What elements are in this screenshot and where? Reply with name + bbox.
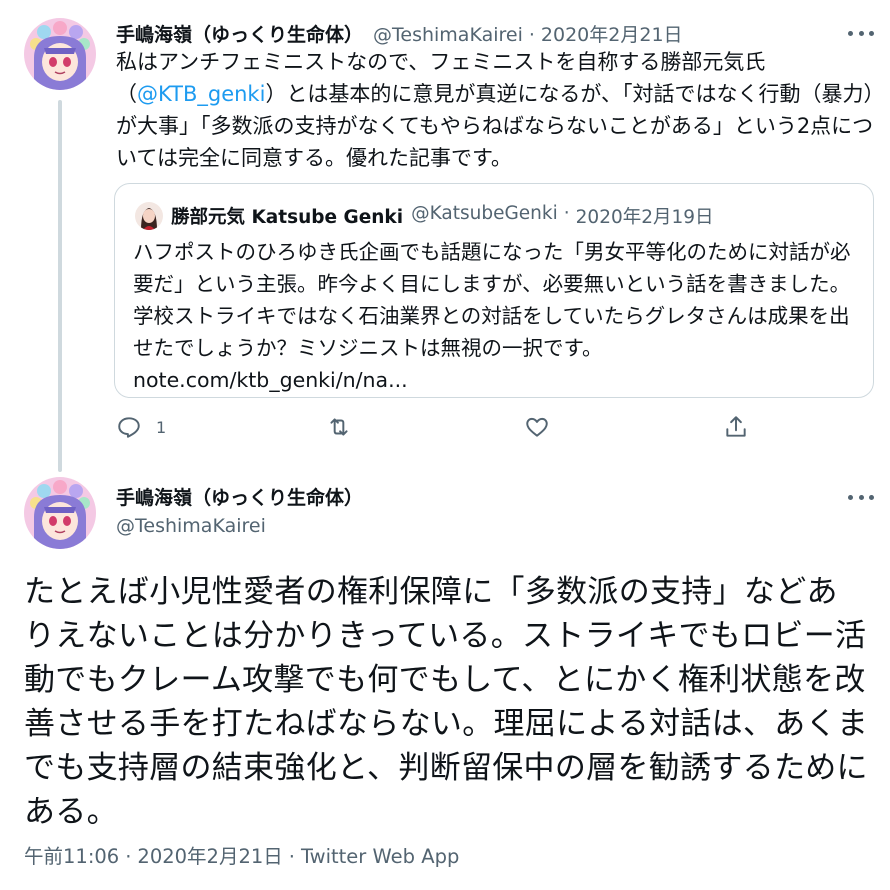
share-icon xyxy=(726,416,746,437)
quoted-author-name[interactable]: 勝部元気 Katsube Genki xyxy=(171,203,403,229)
more-options-icon[interactable] xyxy=(848,28,874,38)
mention-link[interactable]: @KTB_genki xyxy=(137,82,265,106)
quoted-tweet-text: ハフポストのひろゆき氏企画でも話題になった「男女平等化のために対話が必要だ」とい… xyxy=(133,236,863,396)
main-tweet-text: たとえば小児性愛者の権利保障に「多数派の支持」などありえないことは分かりきってい… xyxy=(24,574,869,830)
retweet-icon xyxy=(330,418,348,436)
quoted-tweet-header: 勝部元気 Katsube Genki @KatsubeGenki · 2020年… xyxy=(171,203,714,229)
like-icon xyxy=(526,417,548,437)
tweet-header: 手嶋海嶺（ゆっくり生命体） @TeshimaKairei · 2020年2月21… xyxy=(116,20,683,47)
tweet-source[interactable]: Twitter Web App xyxy=(301,845,459,868)
avatar[interactable] xyxy=(24,477,96,549)
author-name[interactable]: 手嶋海嶺（ゆっくり生命体） xyxy=(116,487,363,509)
reply-button[interactable]: 1 xyxy=(116,414,166,440)
quoted-tweet-card[interactable]: 勝部元気 Katsube Genki @KatsubeGenki · 2020年… xyxy=(114,183,874,398)
separator-dot: · xyxy=(288,845,295,868)
tweet-metadata: 午前11:06 · 2020年2月21日 · Twitter Web App xyxy=(24,840,459,869)
quoted-text-body: ハフポストのひろゆき氏企画でも話題になった「男女平等化のために対話が必要だ」とい… xyxy=(133,240,851,360)
share-button[interactable] xyxy=(723,414,749,440)
author-name[interactable]: 手嶋海嶺（ゆっくり生命体） xyxy=(116,20,363,47)
quoted-url-link[interactable]: note.com/ktb_genki/n/na... xyxy=(133,368,408,392)
separator-dot: · xyxy=(563,203,570,224)
anime-character-avatar-icon xyxy=(24,18,96,90)
quoted-tweet-date[interactable]: 2020年2月19日 xyxy=(576,203,714,229)
reply-icon xyxy=(118,417,140,438)
tweet-time[interactable]: 午前11:06 xyxy=(24,845,119,868)
separator-dot: · xyxy=(528,24,535,46)
quoted-author-handle[interactable]: @KatsubeGenki xyxy=(411,203,558,229)
tweet-action-bar: 1 xyxy=(116,414,776,448)
reply-count: 1 xyxy=(156,417,167,437)
avatar[interactable] xyxy=(24,18,96,90)
retweet-button[interactable] xyxy=(326,414,352,440)
portrait-avatar-icon xyxy=(135,202,163,230)
author-handle[interactable]: @TeshimaKairei xyxy=(373,24,523,46)
tweet-text: 私はアンチフェミニストなので、フェミニストを自称する勝部元気氏（@KTB_gen… xyxy=(116,46,876,174)
anime-character-avatar-icon xyxy=(24,477,96,549)
tweet-full-date[interactable]: 2020年2月21日 xyxy=(137,845,282,868)
author-handle[interactable]: @TeshimaKairei xyxy=(116,515,266,537)
tweet-header: 手嶋海嶺（ゆっくり生命体） xyxy=(116,483,363,510)
like-button[interactable] xyxy=(524,414,550,440)
quoted-avatar[interactable] xyxy=(135,202,163,230)
more-options-icon[interactable] xyxy=(848,492,874,502)
thread-connector-line xyxy=(58,100,62,472)
separator-dot: · xyxy=(125,845,132,868)
tweet-date[interactable]: 2020年2月21日 xyxy=(541,20,683,47)
